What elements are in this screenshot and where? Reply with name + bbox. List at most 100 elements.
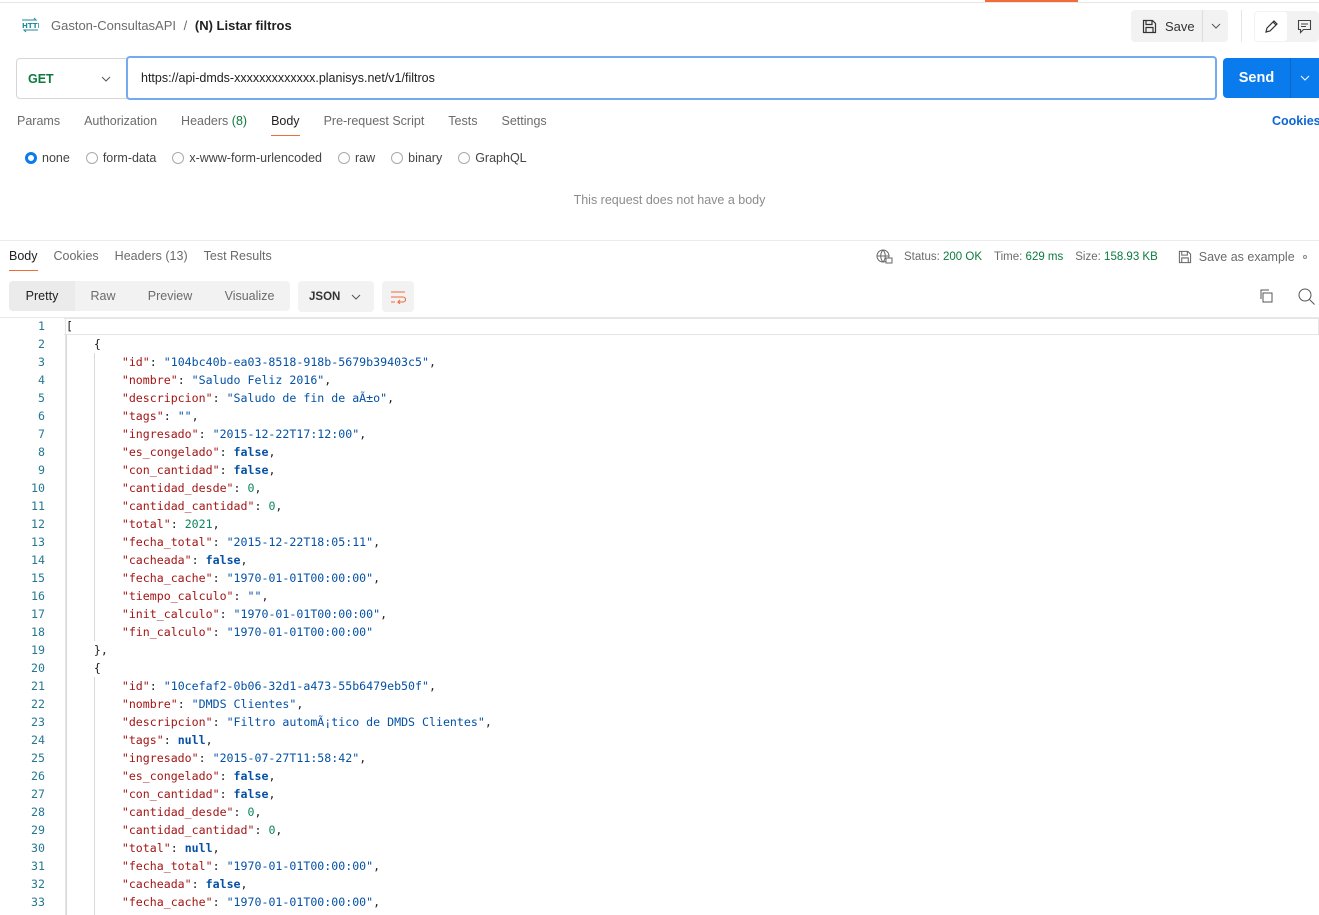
- response-tabs: Body Cookies Headers (13) Test Results: [9, 249, 288, 271]
- size-label: Size:: [1075, 251, 1101, 263]
- comment-icon: [1297, 19, 1311, 34]
- tab-response-body[interactable]: Body: [9, 249, 38, 271]
- tab-tests[interactable]: Tests: [448, 114, 477, 136]
- svg-text:HTTP: HTTP: [22, 22, 39, 30]
- json-punctuation: :: [212, 859, 227, 873]
- json-string: "2015-12-22T18:05:11": [226, 535, 374, 549]
- format-select[interactable]: JSON: [298, 281, 374, 312]
- tab-params[interactable]: Params: [17, 114, 60, 136]
- code-line: 16 "tiempo_calculo": "",: [0, 587, 492, 605]
- json-punctuation: :: [198, 751, 213, 765]
- json-punctuation: :: [149, 355, 164, 369]
- more-icon[interactable]: [1302, 255, 1307, 259]
- json-string: "2015-12-22T17:12:00": [212, 427, 360, 441]
- tab-authorization[interactable]: Authorization: [84, 114, 157, 136]
- view-pretty[interactable]: Pretty: [9, 281, 75, 311]
- json-punctuation: :: [219, 463, 234, 477]
- comments-button[interactable]: [1292, 12, 1316, 41]
- code-line: 8 "es_congelado": false,: [0, 443, 492, 461]
- json-key: "descripcion": [121, 715, 213, 729]
- send-button-group: Send: [1223, 58, 1319, 98]
- breadcrumb-collection[interactable]: Gaston-ConsultasAPI: [51, 18, 176, 33]
- status-value[interactable]: 200 OK: [943, 251, 982, 263]
- line-content: "init_calculo": "1970-01-01T00:00:00",: [45, 605, 387, 623]
- send-button[interactable]: Send: [1223, 58, 1291, 98]
- wrap-lines-button[interactable]: [382, 281, 414, 312]
- radio-raw[interactable]: raw: [338, 151, 375, 165]
- line-content: "cantidad_cantidad": 0,: [45, 821, 283, 839]
- line-number: 12: [31, 517, 45, 531]
- method-select[interactable]: GET: [16, 58, 128, 99]
- tab-test-results[interactable]: Test Results: [204, 249, 272, 271]
- json-punctuation: :: [254, 823, 269, 837]
- line-content: "fin_calculo": "1970-01-01T00:00:00": [45, 623, 373, 641]
- save-as-example-button[interactable]: Save as example: [1178, 250, 1295, 264]
- code-line: 14 "cacheada": false,: [0, 551, 492, 569]
- json-punctuation: :: [212, 535, 227, 549]
- view-visualize[interactable]: Visualize: [209, 281, 290, 311]
- copy-icon: [1260, 289, 1273, 303]
- json-literal: null: [177, 733, 206, 747]
- radio-icon: [338, 152, 350, 164]
- tab-settings[interactable]: Settings: [501, 114, 546, 136]
- radio-binary[interactable]: binary: [391, 151, 442, 165]
- line-number: 15: [31, 571, 45, 585]
- globe-lock-icon[interactable]: [876, 249, 893, 265]
- code-line: 5 "descripcion": "Saludo de fin de aÃ±o"…: [0, 389, 492, 407]
- radio-form-data[interactable]: form-data: [85, 151, 156, 165]
- tab-pre-request-script[interactable]: Pre-request Script: [324, 114, 425, 136]
- line-content: "cantidad_desde": 0,: [45, 803, 262, 821]
- copy-button[interactable]: [1258, 288, 1274, 307]
- tab-response-cookies[interactable]: Cookies: [54, 249, 99, 271]
- code-line: 29 "cantidad_cantidad": 0,: [0, 821, 492, 839]
- line-number: 20: [31, 661, 45, 675]
- line-content: "cantidad_desde": 0,: [45, 479, 262, 497]
- json-punctuation: ,: [380, 607, 388, 621]
- json-key: "id": [121, 355, 150, 369]
- active-tab-indicator: [985, 0, 1078, 2]
- json-punctuation: },: [93, 643, 108, 657]
- radio-urlencoded[interactable]: x-www-form-urlencoded: [172, 151, 322, 165]
- radio-none[interactable]: none: [25, 151, 70, 165]
- json-punctuation: ,: [359, 751, 367, 765]
- tab-response-headers[interactable]: Headers (13): [115, 249, 188, 271]
- view-preview[interactable]: Preview: [131, 281, 209, 311]
- line-content: "fecha_total": "1970-01-01T00:00:00",: [45, 857, 380, 875]
- radio-graphql[interactable]: GraphQL: [458, 151, 527, 165]
- code-line: 3 "id": "104bc40b-ea03-8518-918b-5679b39…: [0, 353, 492, 371]
- json-punctuation: :: [219, 787, 234, 801]
- url-input[interactable]: https://api-dmds-xxxxxxxxxxxxx.planisys.…: [126, 56, 1217, 100]
- edit-button[interactable]: [1255, 12, 1287, 41]
- time-value[interactable]: 629 ms: [1026, 251, 1064, 263]
- save-options-button[interactable]: [1203, 23, 1228, 29]
- json-punctuation: :: [170, 517, 185, 531]
- save-button[interactable]: Save: [1131, 10, 1203, 42]
- headers-count: (8): [231, 114, 248, 128]
- line-number: 18: [31, 625, 45, 639]
- json-punctuation: ,: [373, 571, 381, 585]
- line-content: "tags": null,: [45, 731, 213, 749]
- method-value: GET: [28, 71, 54, 86]
- tab-body[interactable]: Body: [271, 114, 300, 136]
- tab-headers[interactable]: Headers (8): [181, 114, 247, 136]
- search-button[interactable]: [1298, 288, 1315, 308]
- request-name[interactable]: (N) Listar filtros: [195, 18, 292, 33]
- json-punctuation: ,: [268, 463, 276, 477]
- line-content: [: [45, 317, 73, 335]
- json-punctuation: :: [212, 715, 227, 729]
- line-number: 13: [31, 535, 45, 549]
- json-key: "con_cantidad": [121, 787, 220, 801]
- code-line: 30 "total": null,: [0, 839, 492, 857]
- json-punctuation: ,: [240, 877, 248, 891]
- line-content: "cacheada": false,: [45, 551, 248, 569]
- code-line: 1[: [0, 317, 492, 335]
- line-number: 30: [31, 841, 45, 855]
- status-label: Status:: [904, 251, 940, 263]
- size-value[interactable]: 158.93 KB: [1104, 251, 1158, 263]
- code-line: 10 "cantidad_desde": 0,: [0, 479, 492, 497]
- cookies-link[interactable]: Cookies: [1272, 114, 1319, 128]
- line-number: 2: [38, 337, 45, 351]
- view-raw[interactable]: Raw: [75, 281, 131, 311]
- response-body-editor[interactable]: 1[2 {3 "id": "104bc40b-ea03-8518-918b-56…: [0, 317, 492, 911]
- send-options-button[interactable]: [1291, 75, 1319, 81]
